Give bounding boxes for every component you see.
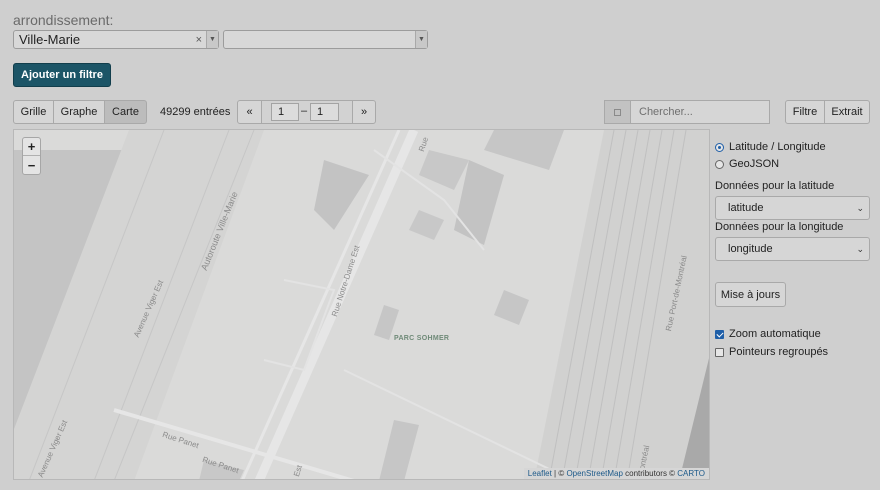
- add-filter-button[interactable]: Ajouter un filtre: [13, 63, 111, 87]
- tab-carte[interactable]: Carte: [104, 100, 147, 124]
- longitude-select[interactable]: longitude ⌄: [715, 237, 870, 261]
- page-to-input[interactable]: 1: [310, 103, 339, 121]
- chevron-down-icon: ⌄: [856, 244, 864, 254]
- osm-link[interactable]: OpenStreetMap: [566, 469, 622, 478]
- carto-link[interactable]: CARTO: [677, 469, 705, 478]
- label-parc-sohmer: PARC SOHMER: [394, 335, 450, 342]
- map-tiles: [14, 130, 709, 479]
- filter-value-select[interactable]: ▼: [223, 30, 428, 49]
- chevron-down-icon: ⌄: [856, 203, 864, 213]
- radio-lat-lon[interactable]: Latitude / Longitude: [715, 141, 826, 153]
- radio-button-icon[interactable]: [715, 142, 724, 152]
- auto-zoom-checkbox[interactable]: Zoom automatique: [715, 328, 821, 340]
- tab-graphe[interactable]: Graphe: [53, 100, 105, 124]
- page-from-input[interactable]: 1: [271, 103, 299, 121]
- search-addon: [604, 100, 630, 124]
- checkbox-icon[interactable]: [715, 329, 724, 339]
- clear-selection-icon[interactable]: ×: [196, 34, 202, 46]
- prev-page-button[interactable]: «: [237, 100, 262, 124]
- page-separator: –: [301, 105, 308, 117]
- attribution-contrib: contributors ©: [622, 469, 678, 478]
- search-icon: [614, 108, 621, 116]
- grouped-markers-label: Pointeurs regroupés: [729, 346, 829, 358]
- grouped-markers-checkbox[interactable]: Pointeurs regroupés: [715, 346, 828, 358]
- radio-lat-lon-label: Latitude / Longitude: [729, 141, 826, 153]
- longitude-data-label: Données pour la longitude: [715, 221, 844, 233]
- update-button[interactable]: Mise à jours: [715, 282, 786, 307]
- arrondissement-value: Ville-Marie: [19, 32, 81, 47]
- map-attribution: Leaflet | © OpenStreetMap contributors ©…: [523, 468, 709, 479]
- filter-button[interactable]: Filtre: [785, 100, 825, 124]
- map-view[interactable]: Autoroute Ville-Marie Avenue Viger Est R…: [13, 129, 710, 480]
- entry-count: 49299 entrées: [160, 106, 231, 118]
- longitude-select-value: longitude: [728, 243, 773, 255]
- search-input[interactable]: Chercher...: [630, 100, 770, 124]
- radio-geojson[interactable]: GeoJSON: [715, 158, 779, 170]
- latitude-select-value: latitude: [728, 202, 764, 214]
- latitude-data-label: Données pour la latitude: [715, 180, 835, 192]
- filter-label: arrondissement:: [13, 12, 114, 28]
- dropdown-arrow-icon[interactable]: ▼: [206, 31, 218, 48]
- auto-zoom-label: Zoom automatique: [729, 328, 821, 340]
- attribution-sep: | ©: [551, 469, 567, 478]
- arrondissement-select[interactable]: Ville-Marie × ▼: [13, 30, 219, 49]
- dropdown-arrow-icon[interactable]: ▼: [415, 31, 427, 48]
- zoom-in-button[interactable]: +: [23, 138, 40, 156]
- next-page-button[interactable]: »: [352, 100, 376, 124]
- zoom-out-button[interactable]: −: [23, 156, 40, 174]
- radio-button-icon[interactable]: [715, 159, 724, 169]
- tab-grille[interactable]: Grille: [13, 100, 54, 124]
- extract-button[interactable]: Extrait: [824, 100, 870, 124]
- zoom-control: + −: [22, 137, 41, 175]
- latitude-select[interactable]: latitude ⌄: [715, 196, 870, 220]
- checkbox-icon[interactable]: [715, 347, 724, 357]
- radio-geojson-label: GeoJSON: [729, 158, 780, 170]
- leaflet-link[interactable]: Leaflet: [528, 469, 552, 478]
